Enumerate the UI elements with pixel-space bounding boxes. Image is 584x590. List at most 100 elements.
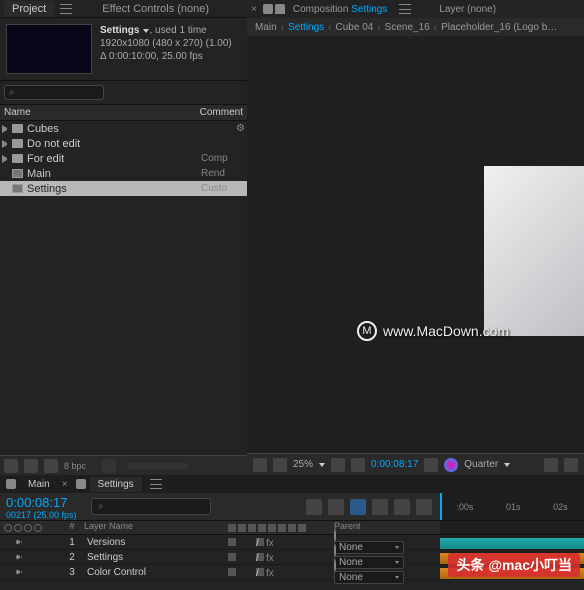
chevron-left-icon: ‹ xyxy=(377,22,380,33)
list-item[interactable]: Cubes⚙ xyxy=(0,121,247,136)
twirl-icon[interactable] xyxy=(2,140,10,148)
quality-dropdown[interactable]: Quarter xyxy=(464,459,510,470)
col-name[interactable]: Name xyxy=(4,107,199,118)
timeline-search-input[interactable] xyxy=(91,498,211,515)
list-item[interactable]: MainRend xyxy=(0,166,247,181)
comp-preview-block: Settings, used 1 time 1920x1080 (480 x 2… xyxy=(0,18,247,80)
lock-icon[interactable] xyxy=(275,4,285,14)
timeline-tabs: Main × Settings xyxy=(0,475,584,493)
col-comment[interactable]: Comment xyxy=(199,107,243,118)
folder-icon xyxy=(12,154,23,163)
project-list: Cubes⚙ Do not edit For editComp MainRend… xyxy=(0,121,247,455)
breadcrumb: Main‹ Settings‹ Cube 04‹ Scene_16‹ Place… xyxy=(247,18,584,36)
snapshot-icon[interactable] xyxy=(424,458,438,472)
close-icon[interactable]: × xyxy=(251,4,257,15)
composition-viewer[interactable]: M www.MacDown.com xyxy=(247,36,584,453)
comp-flowchart-icon[interactable] xyxy=(306,499,322,515)
twirl-icon[interactable] xyxy=(16,569,22,575)
mask-icon[interactable] xyxy=(351,458,365,472)
chevron-left-icon: ‹ xyxy=(328,22,331,33)
twirl-icon[interactable] xyxy=(2,125,10,133)
tab-layer[interactable]: Layer (none) xyxy=(433,2,502,17)
project-panel-tabs: Project Effect Controls (none) xyxy=(0,0,247,18)
tab-project[interactable]: Project xyxy=(4,1,54,17)
view-layout-icon[interactable] xyxy=(564,458,578,472)
layer-num-col: # xyxy=(64,521,80,534)
comp-tab-icon xyxy=(263,4,273,14)
pickwhip-icon[interactable] xyxy=(334,529,336,542)
audio-toggle-icon xyxy=(14,524,22,532)
pickwhip-icon[interactable] xyxy=(334,559,336,572)
graph-editor-icon[interactable] xyxy=(416,499,432,515)
grid-icon[interactable] xyxy=(273,458,287,472)
scrollbar[interactable] xyxy=(128,463,188,469)
twirl-icon[interactable] xyxy=(2,155,10,163)
current-time[interactable]: 0:00:08:17 xyxy=(371,459,418,470)
layer-name[interactable]: Color Control xyxy=(87,567,146,578)
breadcrumb-item[interactable]: Main xyxy=(255,22,277,33)
color-management-icon[interactable] xyxy=(444,458,458,472)
comp-thumbnail[interactable] xyxy=(6,24,92,74)
timeline-columns-header: # Layer Name Parent xyxy=(0,521,584,535)
project-footer: 8 bpc xyxy=(0,455,247,475)
panel-menu-icon[interactable] xyxy=(399,4,411,14)
toggle-transparency-icon[interactable] xyxy=(544,458,558,472)
timeline-tab[interactable]: Settings xyxy=(90,477,142,492)
close-icon[interactable]: × xyxy=(62,479,68,490)
pickwhip-icon[interactable] xyxy=(334,544,336,557)
list-item[interactable]: Do not edit xyxy=(0,136,247,151)
folder-icon xyxy=(12,124,23,133)
canvas[interactable] xyxy=(484,166,584,336)
interpret-footage-icon[interactable] xyxy=(4,459,18,473)
new-folder-icon[interactable] xyxy=(24,459,38,473)
project-panel: Project Effect Controls (none) Settings,… xyxy=(0,0,247,475)
comp-panel-tabs: × Composition Settings Layer (none) xyxy=(247,0,584,18)
breadcrumb-item[interactable]: Placeholder_16 (Logo b… xyxy=(441,22,557,33)
breadcrumb-item[interactable]: Settings xyxy=(288,22,324,33)
chevron-left-icon: ‹ xyxy=(434,22,437,33)
project-list-header: Name Comment xyxy=(0,105,247,121)
timeline-timecode[interactable]: 0:00:08:17 00217 (25.00 fps) xyxy=(0,493,85,520)
twirl-icon[interactable] xyxy=(16,554,22,560)
playhead[interactable] xyxy=(440,493,442,520)
breadcrumb-item[interactable]: Scene_16 xyxy=(385,22,430,33)
solo-toggle-icon xyxy=(24,524,32,532)
project-search-input[interactable] xyxy=(4,85,104,100)
chevron-down-icon xyxy=(319,463,325,467)
comp-name[interactable]: Settings xyxy=(100,25,139,36)
motion-blur-icon[interactable] xyxy=(394,499,410,515)
list-item[interactable]: For editComp xyxy=(0,151,247,166)
timeline-tab[interactable]: Main xyxy=(20,477,58,492)
comp-tab-icon xyxy=(6,479,16,489)
watermark: M www.MacDown.com xyxy=(357,321,509,341)
resolution-icon[interactable] xyxy=(331,458,345,472)
new-comp-icon[interactable] xyxy=(44,459,58,473)
time-ruler[interactable]: :00s 01s 02s xyxy=(440,493,584,520)
magnify-icon[interactable] xyxy=(253,458,267,472)
tab-composition[interactable]: Composition Settings xyxy=(287,2,394,17)
tab-effect-controls[interactable]: Effect Controls (none) xyxy=(94,1,217,17)
panel-menu-icon[interactable] xyxy=(60,4,72,14)
layer-duration-bar[interactable] xyxy=(440,538,584,549)
layer-name[interactable]: Settings xyxy=(87,552,123,563)
shy-icon[interactable] xyxy=(350,499,366,515)
draft3d-icon[interactable] xyxy=(328,499,344,515)
lock-toggle-icon xyxy=(34,524,42,532)
chevron-down-icon xyxy=(504,463,510,467)
layer-name[interactable]: Versions xyxy=(87,537,125,548)
frame-blend-icon[interactable] xyxy=(372,499,388,515)
twirl-icon[interactable] xyxy=(16,539,22,545)
layer-name-col[interactable]: Layer Name xyxy=(80,521,228,534)
composition-panel: × Composition Settings Layer (none) Main… xyxy=(247,0,584,475)
bpc-indicator[interactable]: 8 bpc xyxy=(64,461,86,471)
trash-icon[interactable] xyxy=(102,459,116,473)
zoom-dropdown[interactable]: 25% xyxy=(293,459,325,470)
timeline-layer-row[interactable]: 1 Versions /fx None xyxy=(0,535,584,550)
list-item[interactable]: SettingsCusto xyxy=(0,181,247,196)
comp-duration: Δ 0:00:10:00, 25.00 fps xyxy=(100,50,232,63)
breadcrumb-item[interactable]: Cube 04 xyxy=(336,22,374,33)
panel-menu-icon[interactable] xyxy=(150,479,162,489)
parent-dropdown[interactable]: None xyxy=(334,571,404,584)
timeline-actions xyxy=(298,493,440,520)
watermark-logo-icon: M xyxy=(357,321,377,341)
